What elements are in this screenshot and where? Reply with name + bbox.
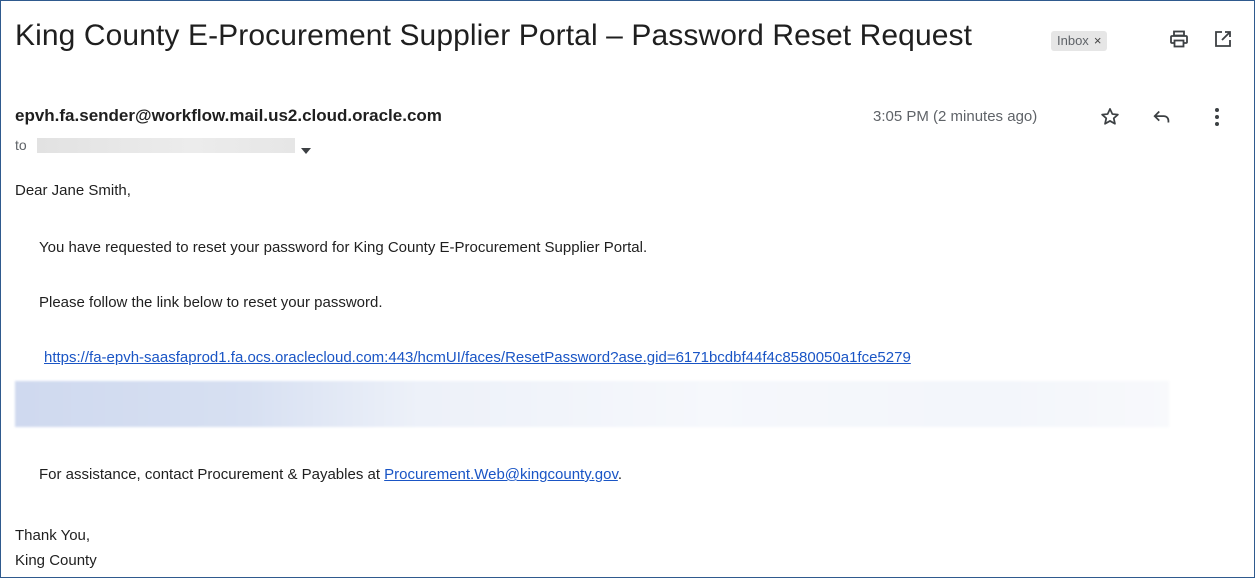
inbox-label-chip[interactable]: Inbox × bbox=[1051, 31, 1108, 51]
label-text: Inbox bbox=[1057, 33, 1089, 48]
signature: King County bbox=[15, 552, 97, 569]
body-line-1: You have requested to reset your passwor… bbox=[39, 239, 648, 256]
reset-password-link[interactable]: https://fa-epvh-saasfaprod1.fa.ocs.oracl… bbox=[44, 349, 911, 366]
to-label: to bbox=[15, 137, 27, 153]
greeting: Dear Jane Smith, bbox=[15, 182, 131, 199]
open-in-new-window-icon[interactable] bbox=[1210, 26, 1236, 52]
assistance-period: . bbox=[617, 466, 623, 483]
star-icon[interactable] bbox=[1097, 104, 1123, 130]
body-line-2: Please follow the link below to reset yo… bbox=[39, 294, 383, 311]
signoff: Thank You, bbox=[15, 527, 91, 544]
redacted-content bbox=[15, 381, 1169, 427]
support-email-link[interactable]: Procurement.Web@kingcounty.gov bbox=[384, 466, 618, 483]
sender-address[interactable]: epvh.fa.sender@workflow.mail.us2.cloud.o… bbox=[15, 106, 442, 126]
chevron-down-icon[interactable] bbox=[300, 142, 312, 160]
subject-header: King County E-Procurement Supplier Porta… bbox=[1, 1, 1254, 79]
email-timestamp: 3:05 PM (2 minutes ago) bbox=[873, 108, 1038, 125]
email-subject: King County E-Procurement Supplier Porta… bbox=[15, 19, 973, 52]
assistance-line: For assistance, contact Procurement & Pa… bbox=[39, 466, 622, 483]
remove-label-button[interactable]: × bbox=[1094, 33, 1102, 48]
reply-icon[interactable] bbox=[1149, 104, 1175, 130]
assistance-text: For assistance, contact Procurement & Pa… bbox=[39, 466, 385, 483]
print-icon[interactable] bbox=[1166, 26, 1192, 52]
redacted-recipient bbox=[37, 138, 295, 153]
more-vertical-icon[interactable] bbox=[1204, 104, 1230, 130]
email-view: King County E-Procurement Supplier Porta… bbox=[0, 0, 1255, 578]
